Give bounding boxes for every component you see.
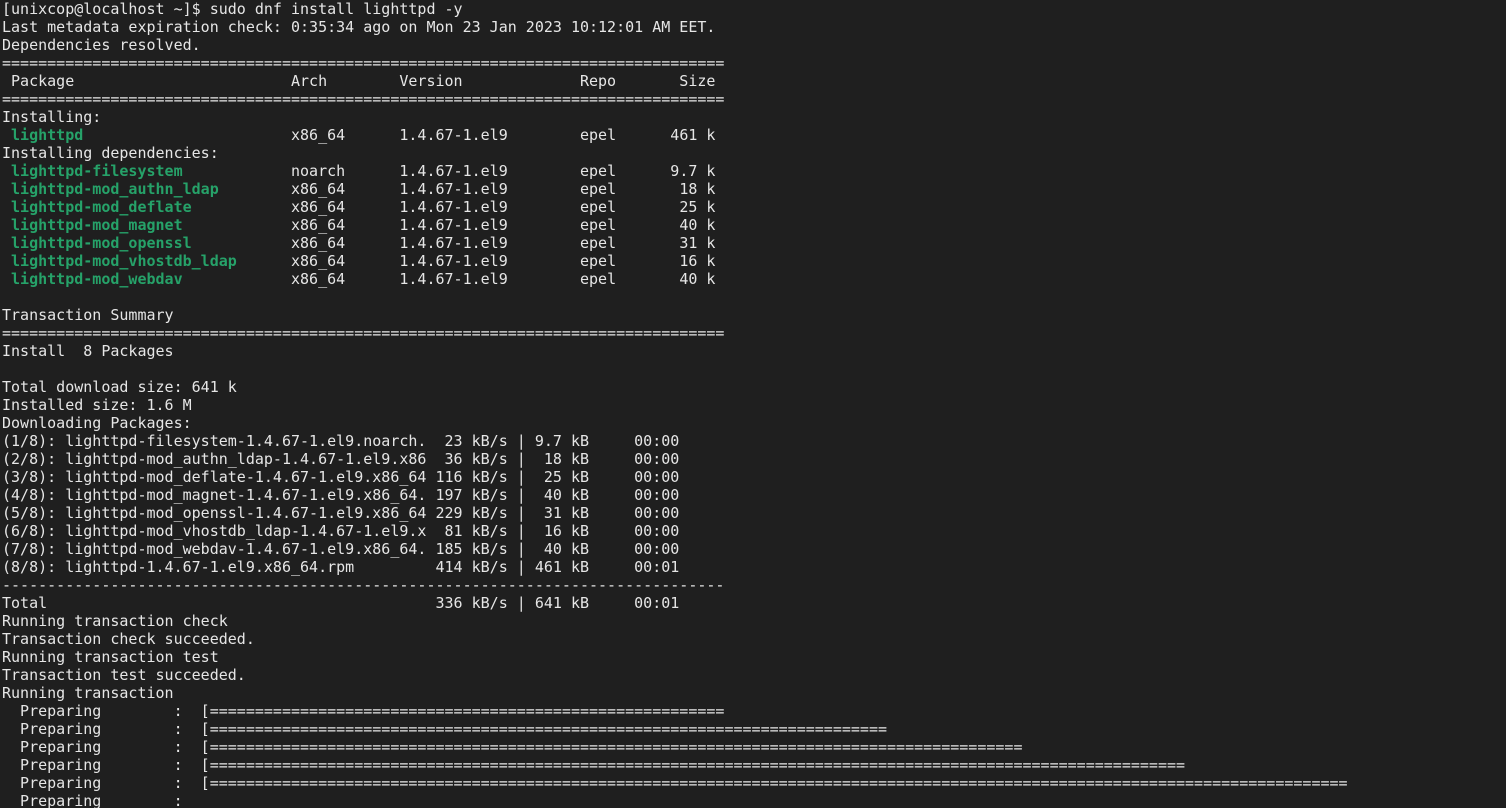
preparing-progress-line: Preparing : [===========================… <box>2 774 1348 792</box>
installed-size-line: Installed size: 1.6 M <box>2 396 192 414</box>
package-details: x86_64 1.4.67-1.el9 epel 31 k <box>291 234 716 252</box>
package-name: lighttpd-mod_authn_ldap <box>11 180 219 198</box>
separator-line: ========================================… <box>2 90 725 108</box>
shell-prompt-command: [unixcop@localhost ~]$ sudo dnf install … <box>2 0 463 18</box>
package-details: x86_64 1.4.67-1.el9 epel 16 k <box>291 252 716 270</box>
download-progress-line: (8/8): lighttpd-1.4.67-1.el9.x86_64.rpm … <box>2 558 680 576</box>
download-progress-line: (2/8): lighttpd-mod_authn_ldap-1.4.67-1.… <box>2 450 680 468</box>
package-row: lighttpd-mod_magnet x86_64 1.4.67-1.el9 … <box>2 216 1506 234</box>
separator-line: ========================================… <box>2 324 725 342</box>
package-name-padding <box>237 252 291 270</box>
transaction-status-line: Running transaction <box>2 684 174 702</box>
package-details: x86_64 1.4.67-1.el9 epel 18 k <box>291 180 716 198</box>
package-name: lighttpd-filesystem <box>11 162 183 180</box>
package-row: lighttpd x86_64 1.4.67-1.el9 epel 461 k <box>2 126 1506 144</box>
package-name-padding <box>192 234 291 252</box>
package-name-padding <box>192 198 291 216</box>
preparing-progress-line: Preparing : <box>2 792 183 808</box>
terminal-window[interactable]: [unixcop@localhost ~]$ sudo dnf install … <box>0 0 1506 808</box>
download-progress-line: (3/8): lighttpd-mod_deflate-1.4.67-1.el9… <box>2 468 680 486</box>
total-download-size-line: Total download size: 641 k <box>2 378 237 396</box>
package-row: lighttpd-filesystem noarch 1.4.67-1.el9 … <box>2 162 1506 180</box>
transaction-status-line: Transaction test succeeded. <box>2 666 246 684</box>
downloading-packages-heading: Downloading Packages: <box>2 414 192 432</box>
package-name-padding <box>183 162 291 180</box>
package-name: lighttpd-mod_webdav <box>11 270 183 288</box>
transaction-status-line: Running transaction check <box>2 612 228 630</box>
metadata-expiration-line: Last metadata expiration check: 0:35:34 … <box>2 18 716 36</box>
package-table-header: Package Arch Version Repo Size <box>2 72 716 90</box>
download-total-line: Total 336 kB/s | 641 kB 00:01 <box>2 594 680 612</box>
package-name-padding <box>219 180 291 198</box>
package-details: noarch 1.4.67-1.el9 epel 9.7 k <box>291 162 716 180</box>
package-row: lighttpd-mod_vhostdb_ldap x86_64 1.4.67-… <box>2 252 1506 270</box>
package-row: lighttpd-mod_authn_ldap x86_64 1.4.67-1.… <box>2 180 1506 198</box>
preparing-progress-line: Preparing : [===========================… <box>2 738 1023 756</box>
package-details: x86_64 1.4.67-1.el9 epel 25 k <box>291 198 716 216</box>
preparing-progress-line: Preparing : [===========================… <box>2 756 1186 774</box>
dashed-separator-line: ----------------------------------------… <box>2 576 725 594</box>
package-name-padding <box>183 270 291 288</box>
package-name-padding <box>183 216 291 234</box>
preparing-progress-line: Preparing : [===========================… <box>2 702 725 720</box>
package-details: x86_64 1.4.67-1.el9 epel 40 k <box>291 216 716 234</box>
package-name: lighttpd-mod_magnet <box>11 216 183 234</box>
download-progress-line: (1/8): lighttpd-filesystem-1.4.67-1.el9.… <box>2 432 680 450</box>
download-progress-line: (4/8): lighttpd-mod_magnet-1.4.67-1.el9.… <box>2 486 680 504</box>
separator-line: ========================================… <box>2 54 725 72</box>
package-row: lighttpd-mod_webdav x86_64 1.4.67-1.el9 … <box>2 270 1506 288</box>
package-name: lighttpd-mod_vhostdb_ldap <box>11 252 237 270</box>
package-name-padding <box>83 126 291 144</box>
installing-dependencies-heading: Installing dependencies: <box>2 144 219 162</box>
preparing-progress-line: Preparing : [===========================… <box>2 720 888 738</box>
package-name: lighttpd <box>11 126 84 144</box>
package-name: lighttpd-mod_deflate <box>11 198 192 216</box>
download-progress-line: (5/8): lighttpd-mod_openssl-1.4.67-1.el9… <box>2 504 680 522</box>
package-name: lighttpd-mod_openssl <box>11 234 192 252</box>
download-progress-line: (6/8): lighttpd-mod_vhostdb_ldap-1.4.67-… <box>2 522 680 540</box>
package-details: x86_64 1.4.67-1.el9 epel 40 k <box>291 270 716 288</box>
transaction-status-line: Running transaction test <box>2 648 219 666</box>
download-progress-line: (7/8): lighttpd-mod_webdav-1.4.67-1.el9.… <box>2 540 680 558</box>
transaction-status-line: Transaction check succeeded. <box>2 630 255 648</box>
install-count-line: Install 8 Packages <box>2 342 174 360</box>
installing-heading: Installing: <box>2 108 102 126</box>
package-row: lighttpd-mod_deflate x86_64 1.4.67-1.el9… <box>2 198 1506 216</box>
package-row: lighttpd-mod_openssl x86_64 1.4.67-1.el9… <box>2 234 1506 252</box>
transaction-summary-heading: Transaction Summary <box>2 306 174 324</box>
package-details: x86_64 1.4.67-1.el9 epel 461 k <box>291 126 716 144</box>
dependencies-resolved-line: Dependencies resolved. <box>2 36 201 54</box>
